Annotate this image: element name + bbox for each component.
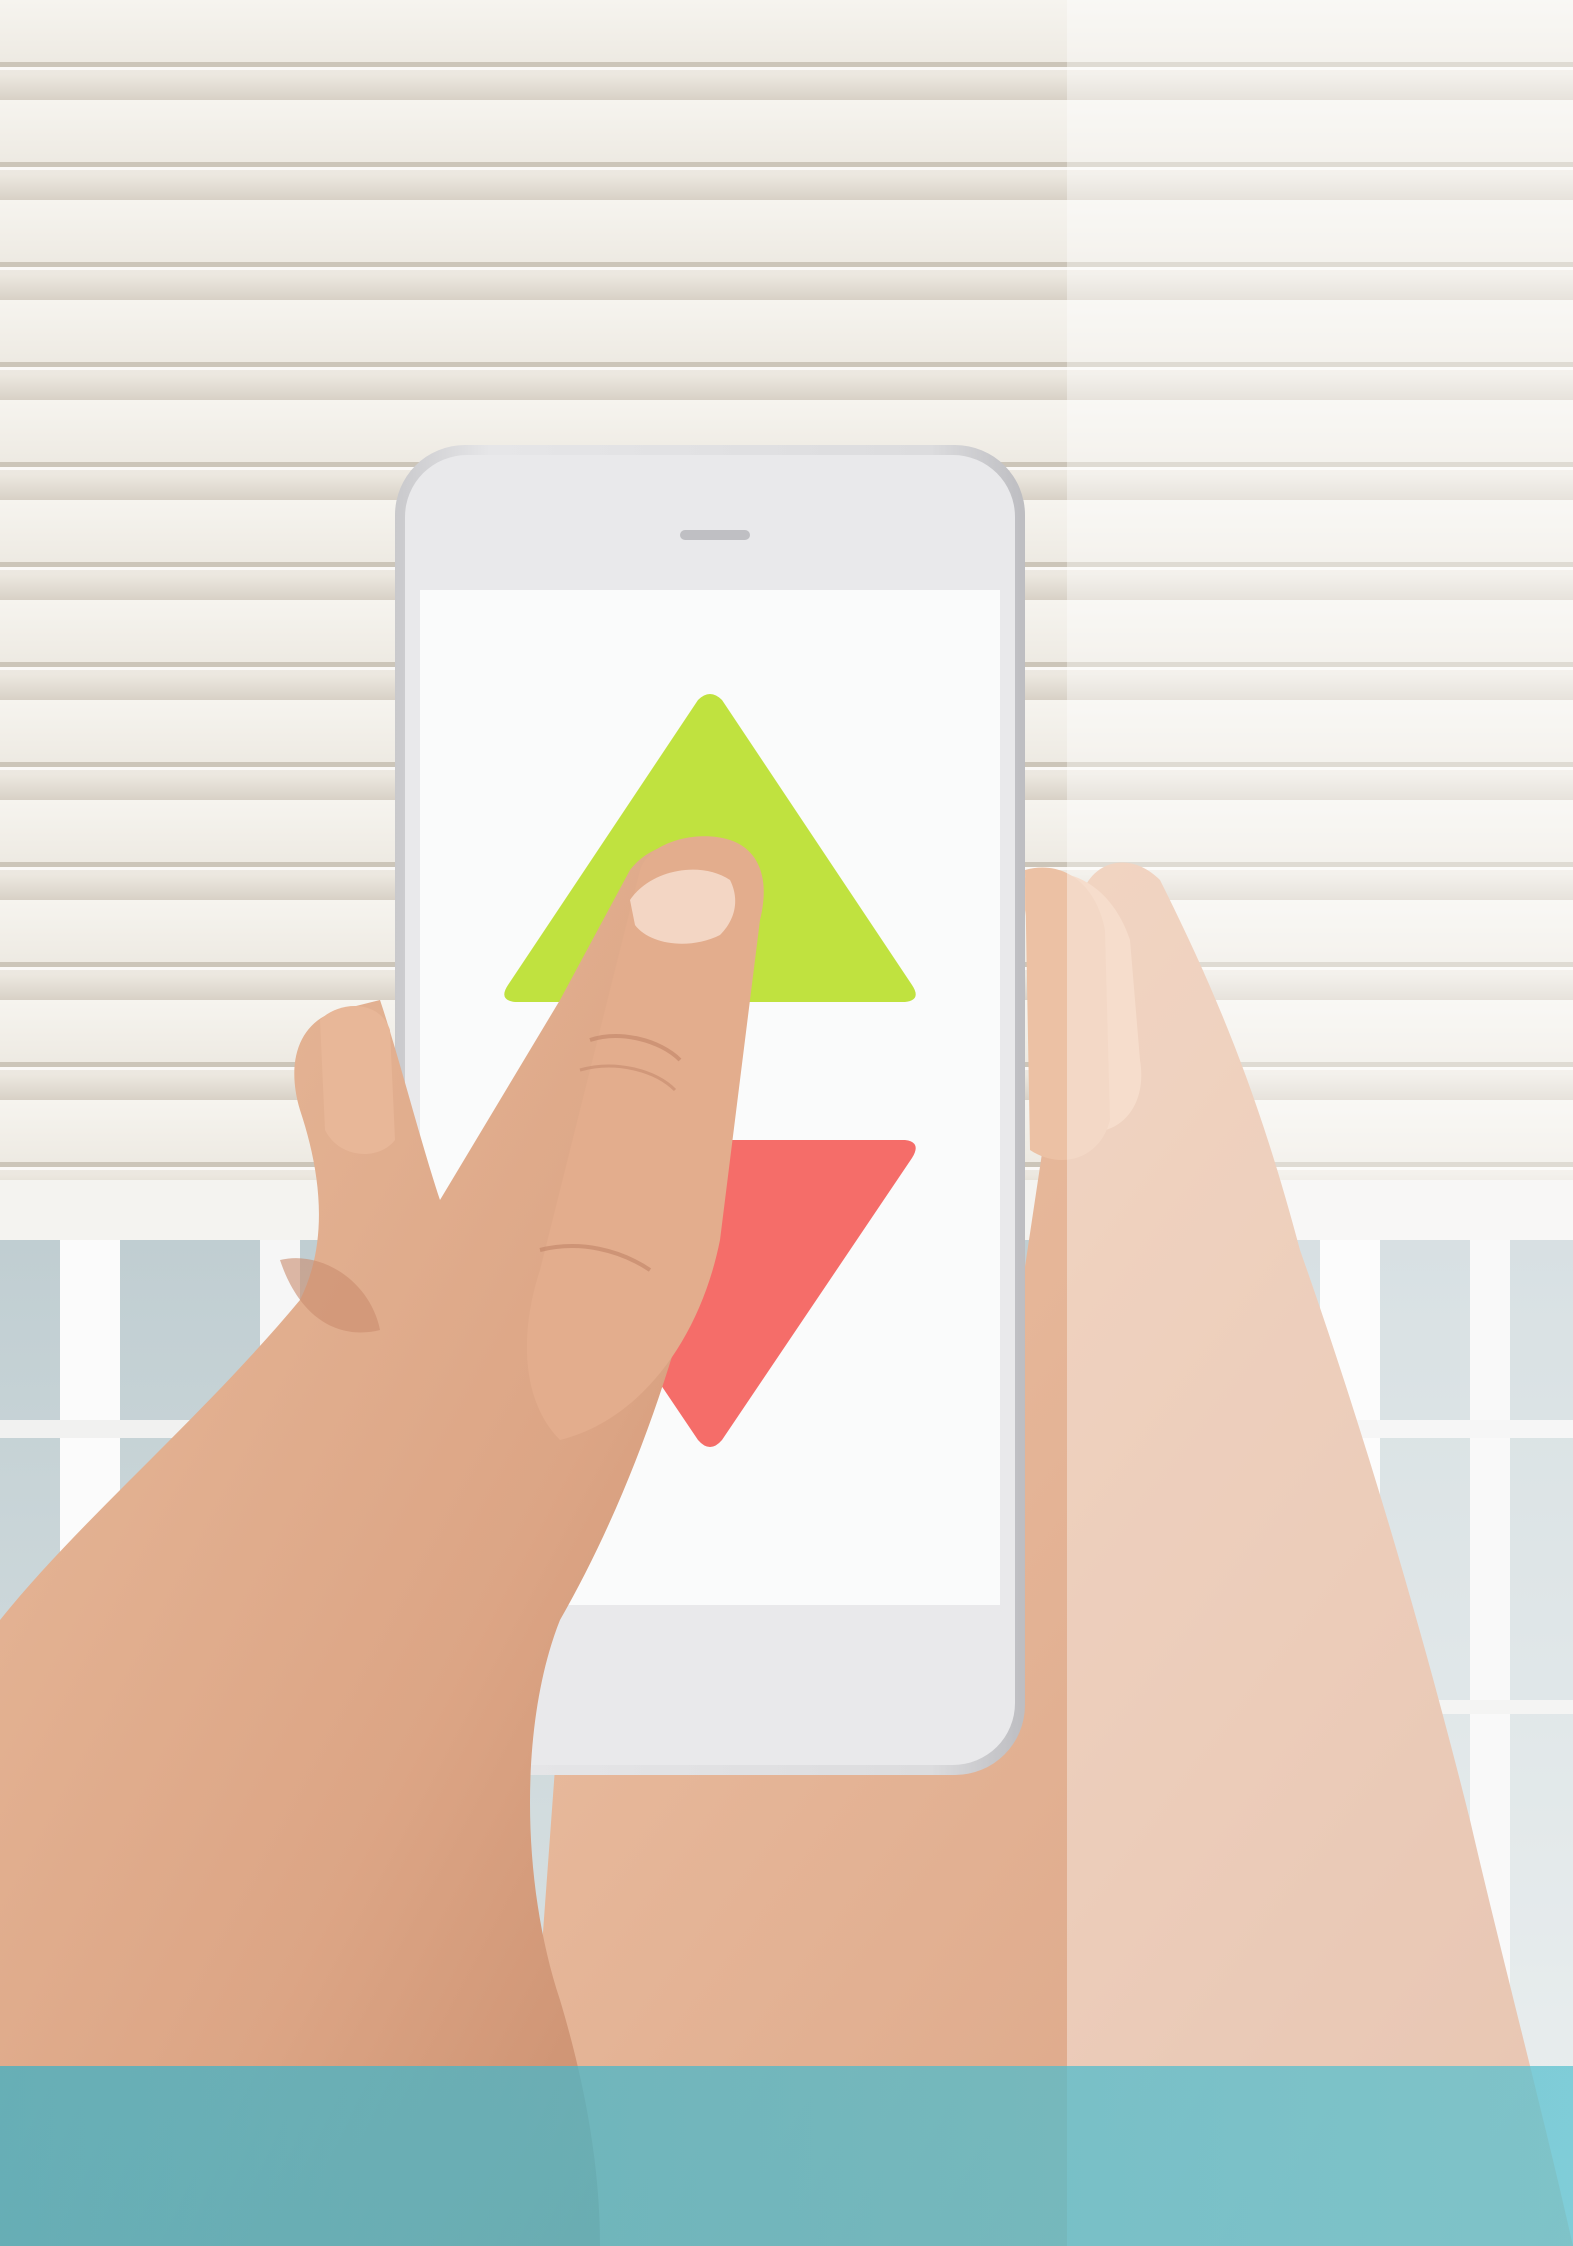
phone-speaker (680, 530, 750, 540)
light-overlay-panel (1067, 0, 1573, 2246)
teal-band (0, 2066, 1573, 2246)
photo-scene (0, 0, 1573, 2246)
